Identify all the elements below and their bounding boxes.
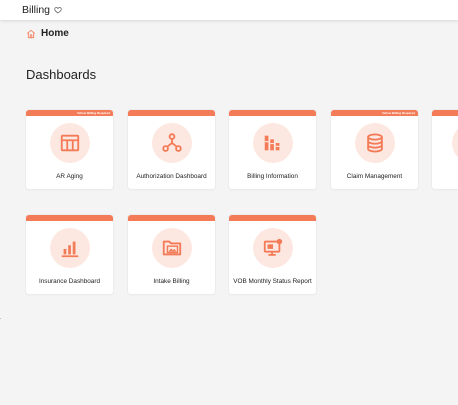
card-label: Billing Information (247, 173, 298, 180)
card-badge: Yellow Billing Required (381, 111, 415, 115)
card-label: VOB Monthly Status Report (233, 278, 312, 285)
bar-chart-icon (252, 123, 293, 163)
dashboard-card-ar-aging[interactable]: Yellow Billing Required AR Aging (26, 110, 113, 189)
home-icon (26, 29, 36, 39)
card-accent-bar (128, 110, 215, 116)
breadcrumb-home[interactable]: Home (41, 28, 69, 39)
card-label: Insurance Dashboard (38, 278, 101, 285)
section-title: Dashboards (26, 67, 97, 82)
share-nodes-icon (151, 123, 192, 163)
database-icon (354, 123, 395, 163)
dashboard-card-vob-monthly-status[interactable]: VOB Monthly Status Report (229, 215, 316, 294)
dashboard-card-partial[interactable] (432, 110, 458, 189)
card-accent-bar (229, 215, 316, 221)
breadcrumb[interactable]: Home (26, 28, 69, 39)
top-bar: Billing (0, 0, 458, 20)
card-accent-bar (26, 215, 113, 221)
table-icon (49, 123, 90, 163)
folder-image-icon (151, 228, 192, 268)
dashboard-card-authorization[interactable]: Authorization Dashboard (128, 110, 215, 189)
dashboard-card-intake-billing[interactable]: Intake Billing (128, 215, 215, 294)
dashboard-card-insurance[interactable]: Insurance Dashboard (26, 215, 113, 294)
card-badge: Yellow Billing Required (76, 111, 110, 115)
partial-icon-circle (452, 123, 458, 163)
card-label: Claim Management (346, 173, 403, 180)
monitor-report-icon (252, 228, 293, 268)
dashboard-card-billing-information[interactable]: Billing Information (229, 110, 316, 189)
dashboard-card-claim-management[interactable]: Yellow Billing Required Claim Management (331, 110, 418, 189)
card-label: AR Aging (56, 173, 83, 180)
card-accent-bar (128, 215, 215, 221)
card-label: Intake Billing (153, 278, 190, 285)
heart-outline-icon[interactable] (54, 6, 62, 14)
card-accent-bar (432, 110, 458, 116)
card-accent-bar (229, 110, 316, 116)
page-edge-mark (0, 318, 1, 319)
card-label: Authorization Dashboard (136, 173, 207, 180)
app-title: Billing (22, 4, 51, 16)
column-chart-icon (49, 228, 90, 268)
